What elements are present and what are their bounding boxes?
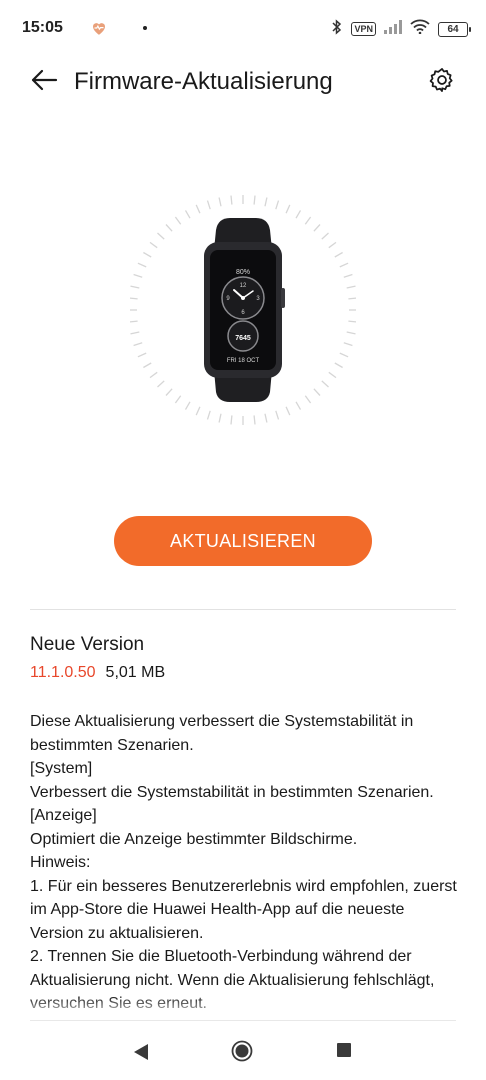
section-divider bbox=[30, 609, 456, 610]
dial-tick bbox=[184, 401, 191, 410]
release-note-line: Verbessert die Systemstabilität in besti… bbox=[30, 783, 434, 801]
dial-tick bbox=[133, 273, 143, 278]
vpn-badge: VPN bbox=[351, 22, 376, 36]
release-notes: Diese Aktualisierung verbessert die Syst… bbox=[30, 710, 460, 1016]
release-note-line: Optimiert die Anzeige bestimmter Bildsch… bbox=[30, 830, 358, 848]
dial-tick bbox=[149, 241, 158, 249]
dial-tick bbox=[133, 342, 143, 347]
dial-tick bbox=[313, 224, 321, 232]
scroll-fade bbox=[0, 996, 486, 1020]
notification-dot-icon bbox=[143, 26, 147, 30]
dial-tick bbox=[339, 352, 349, 358]
update-size: 5,01 MB bbox=[105, 664, 166, 681]
band-date-text: FRI 18 OCT bbox=[227, 358, 260, 364]
dial-tick bbox=[230, 195, 233, 205]
new-version-heading: Neue Version bbox=[30, 634, 145, 655]
dial-tick bbox=[253, 415, 256, 425]
bluetooth-icon bbox=[331, 18, 343, 40]
release-note-line: [System] bbox=[30, 760, 93, 777]
dial-tick bbox=[195, 204, 201, 214]
dial-tick bbox=[137, 262, 147, 268]
dial-tick bbox=[348, 297, 358, 300]
battery-indicator: 64 bbox=[438, 21, 471, 37]
version-info: 11.1.0.50 5,01 MB bbox=[30, 664, 165, 682]
dial-tick bbox=[295, 401, 302, 410]
dial-tick bbox=[230, 415, 233, 425]
dial-tick bbox=[334, 362, 343, 369]
wifi-icon bbox=[410, 19, 430, 39]
app-header: Firmware-Aktualisierung bbox=[0, 58, 486, 106]
dial-tick bbox=[128, 297, 138, 300]
device-illustration: 80% 12 3 6 9 7645 FRI 18 OCT bbox=[128, 170, 358, 450]
dial-tick bbox=[343, 342, 353, 347]
dial-tick bbox=[128, 320, 138, 323]
dial-tick bbox=[130, 285, 140, 289]
back-button[interactable] bbox=[28, 66, 60, 98]
dial-tick bbox=[149, 371, 158, 379]
dial-tick bbox=[346, 285, 356, 289]
nav-recent-icon[interactable] bbox=[337, 1043, 351, 1057]
dial-tick bbox=[346, 331, 356, 335]
release-note-line: 1. Für ein besseres Benutzererlebnis wir… bbox=[30, 877, 457, 942]
dial-tick bbox=[343, 273, 353, 278]
status-icons: VPN 64 bbox=[331, 18, 471, 40]
arrow-left-icon bbox=[30, 68, 58, 97]
dial-tick bbox=[143, 251, 152, 258]
dial-tick bbox=[285, 204, 291, 214]
gear-icon bbox=[428, 66, 456, 99]
dial-tick bbox=[165, 388, 173, 396]
band-steps-text: 7645 bbox=[235, 335, 251, 342]
dial-tick bbox=[130, 331, 140, 335]
dial-tick bbox=[195, 406, 201, 416]
dial-tick bbox=[137, 352, 147, 358]
dial-tick bbox=[295, 210, 302, 219]
dial-tick bbox=[206, 410, 211, 420]
dial-tick bbox=[285, 406, 291, 416]
dial-tick bbox=[334, 251, 343, 258]
dial-tick bbox=[174, 395, 182, 404]
dial-tick bbox=[218, 413, 222, 423]
nav-back-icon[interactable] bbox=[132, 1042, 150, 1062]
dial-tick bbox=[348, 320, 358, 323]
dial-tick bbox=[321, 380, 329, 388]
dial-tick bbox=[165, 224, 173, 232]
dial-tick bbox=[275, 410, 280, 420]
dial-number-12: 12 bbox=[240, 283, 247, 289]
heart-health-icon bbox=[90, 19, 108, 37]
dial-tick bbox=[264, 413, 268, 423]
dial-tick bbox=[328, 371, 337, 379]
version-number: 11.1.0.50 bbox=[30, 664, 96, 681]
release-note-line: Hinweis: bbox=[30, 854, 91, 871]
nav-divider bbox=[30, 1020, 456, 1021]
dial-tick bbox=[253, 195, 256, 205]
settings-button[interactable] bbox=[426, 66, 458, 98]
dial-tick bbox=[304, 216, 312, 225]
nav-home-icon[interactable] bbox=[231, 1040, 253, 1062]
dial-tick bbox=[328, 241, 337, 249]
dial-tick bbox=[174, 216, 182, 225]
system-nav-bar bbox=[0, 1024, 486, 1080]
dial-tick bbox=[143, 362, 152, 369]
dial-tick bbox=[218, 197, 222, 207]
update-button[interactable]: AKTUALISIEREN bbox=[114, 516, 372, 566]
dial-tick bbox=[264, 197, 268, 207]
dial-tick bbox=[275, 200, 280, 210]
band-battery-text: 80% bbox=[236, 269, 250, 276]
dial-tick bbox=[184, 210, 191, 219]
dial-tick bbox=[157, 380, 165, 388]
signal-icon bbox=[384, 19, 402, 39]
dial-tick bbox=[339, 262, 349, 268]
dial-tick bbox=[206, 200, 211, 210]
status-time: 15:05 bbox=[22, 19, 63, 36]
release-note-line: [Anzeige] bbox=[30, 807, 97, 824]
page-title: Firmware-Aktualisierung bbox=[74, 68, 333, 95]
release-note-line: Diese Aktualisierung verbessert die Syst… bbox=[30, 713, 414, 754]
dial-tick bbox=[321, 232, 329, 240]
dial-tick bbox=[304, 395, 312, 404]
dial-tick bbox=[313, 388, 321, 396]
status-bar: 15:05 VPN 64 bbox=[0, 0, 486, 58]
dial-tick bbox=[157, 232, 165, 240]
fitness-band-image: 80% 12 3 6 9 7645 FRI 18 OCT bbox=[128, 195, 358, 425]
